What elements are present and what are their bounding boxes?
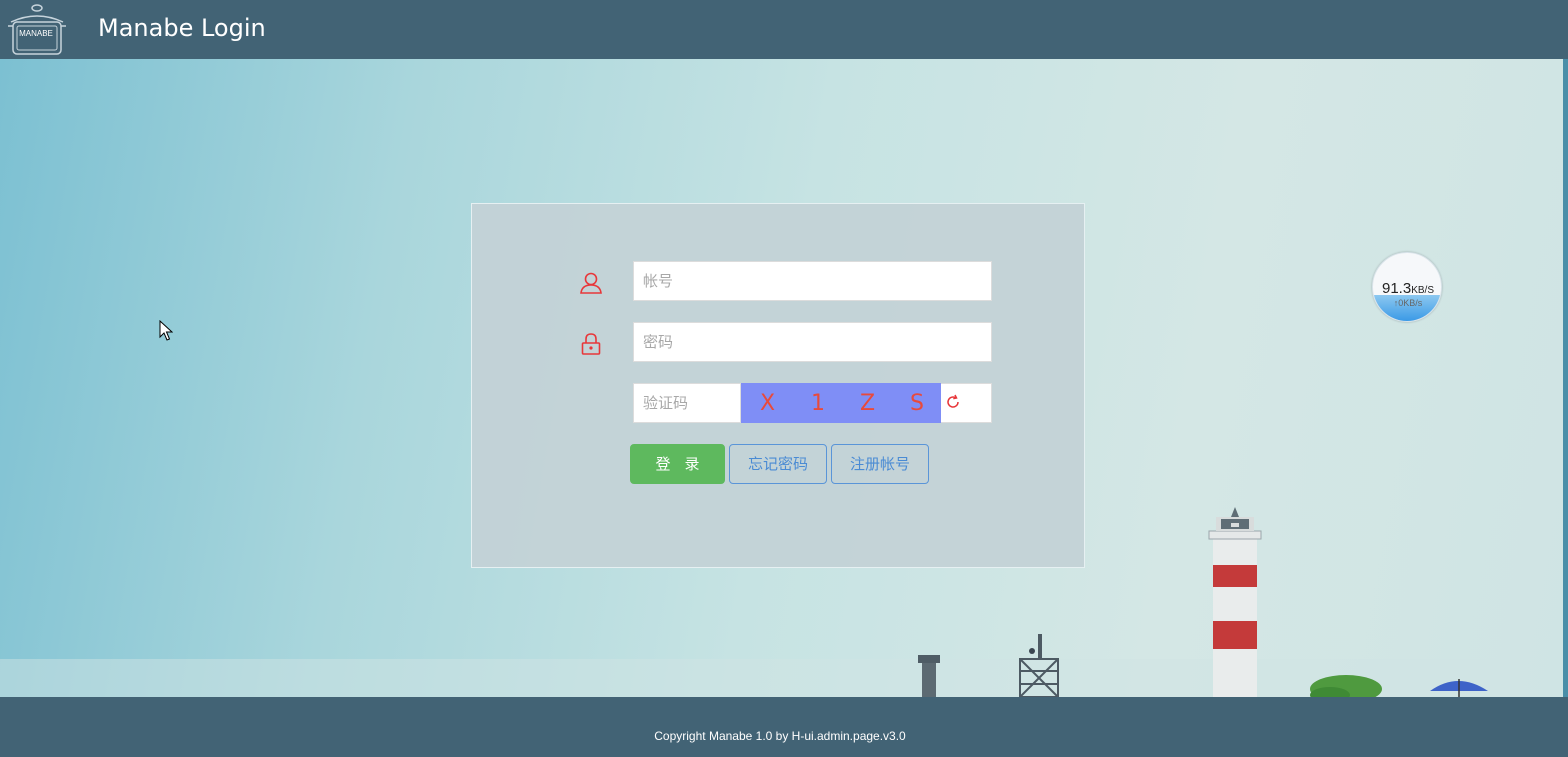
mouse-cursor-icon [159,319,174,346]
captcha-char: X [760,391,776,416]
speed-value: 91.3KB/S [1373,280,1441,297]
captcha-refresh-button[interactable] [941,383,992,423]
register-button[interactable]: 注册帐号 [831,444,929,484]
upload-speed: ↑0KB/s [1393,298,1423,308]
captcha-image[interactable]: X 1 Z S [741,383,941,423]
refresh-icon [947,394,959,408]
page-title: Manabe Login [98,14,266,42]
password-input[interactable]: 密码 [633,322,992,362]
speed-unit: KB/S [1411,285,1434,296]
app-header: MANABE Manabe Login [0,0,1568,59]
captcha-char: 1 [811,391,825,416]
app-footer: Copyright Manabe 1.0 by H-ui.admin.page.… [0,697,1568,757]
forgot-password-button[interactable]: 忘记密码 [729,444,827,484]
lock-icon [579,332,603,356]
network-speed-widget[interactable]: 91.3KB/S ↑0KB/s [1372,252,1442,322]
username-input[interactable]: 帐号 [633,261,992,301]
user-icon [579,271,603,295]
logo-text: MANABE [19,29,53,38]
captcha-char: S [910,391,924,416]
speed-number: 91.3 [1382,280,1412,297]
copyright-text: Copyright Manabe 1.0 by H-ui.admin.page.… [654,729,906,743]
login-button[interactable]: 登录 [630,444,725,484]
scroll-edge [1563,59,1568,697]
captcha-char: Z [860,391,876,416]
captcha-input[interactable]: 验证码 [633,383,741,423]
